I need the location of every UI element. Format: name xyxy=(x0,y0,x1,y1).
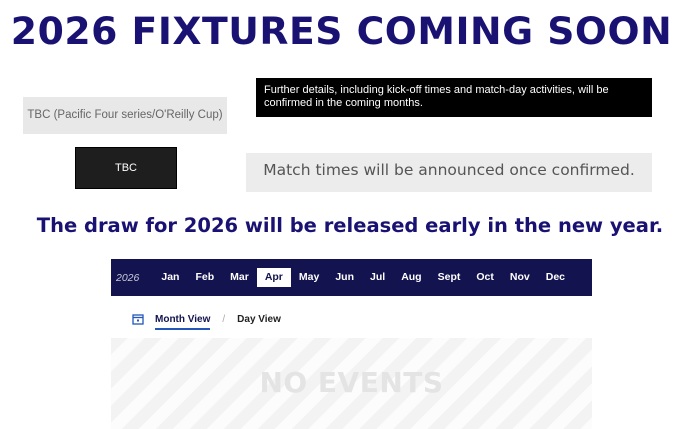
day-view-tab[interactable]: Day View xyxy=(237,314,281,325)
no-events-message: NO EVENTS xyxy=(259,366,444,399)
month-tab-aug[interactable]: Aug xyxy=(393,268,429,287)
draw-announcement: The draw for 2026 will be released early… xyxy=(36,214,664,237)
month-tab-may[interactable]: May xyxy=(291,268,327,287)
month-tab-jun[interactable]: Jun xyxy=(327,268,362,287)
month-tab-apr[interactable]: Apr xyxy=(256,268,291,287)
view-switcher: Month View / Day View xyxy=(132,309,281,330)
month-tab-sept[interactable]: Sept xyxy=(430,268,469,287)
page-headline: 2026 FIXTURES COMING SOON xyxy=(10,10,673,53)
month-selector-bar: 2026 Jan Feb Mar Apr May Jun Jul Aug Sep… xyxy=(111,259,592,296)
month-tab-oct[interactable]: Oct xyxy=(468,268,502,287)
calendar-year: 2026 xyxy=(116,271,140,284)
month-tab-mar[interactable]: Mar xyxy=(222,268,257,287)
month-view-tab[interactable]: Month View xyxy=(155,314,211,330)
month-tab-nov[interactable]: Nov xyxy=(502,268,538,287)
month-tab-jul[interactable]: Jul xyxy=(362,268,393,287)
calendar-icon xyxy=(132,313,144,325)
match-times-note: Match times will be announced once confi… xyxy=(246,153,652,192)
details-notice: Further details, including kick-off time… xyxy=(256,78,652,117)
month-tab-dec[interactable]: Dec xyxy=(538,268,573,287)
view-separator: / xyxy=(222,313,226,325)
month-tab-feb[interactable]: Feb xyxy=(187,268,222,287)
month-tab-jan[interactable]: Jan xyxy=(153,268,187,287)
tbc-series-note: TBC (Pacific Four series/O'Reilly Cup) xyxy=(23,97,227,134)
tbc-button[interactable]: TBC xyxy=(75,147,177,189)
events-panel: NO EVENTS xyxy=(111,338,592,429)
